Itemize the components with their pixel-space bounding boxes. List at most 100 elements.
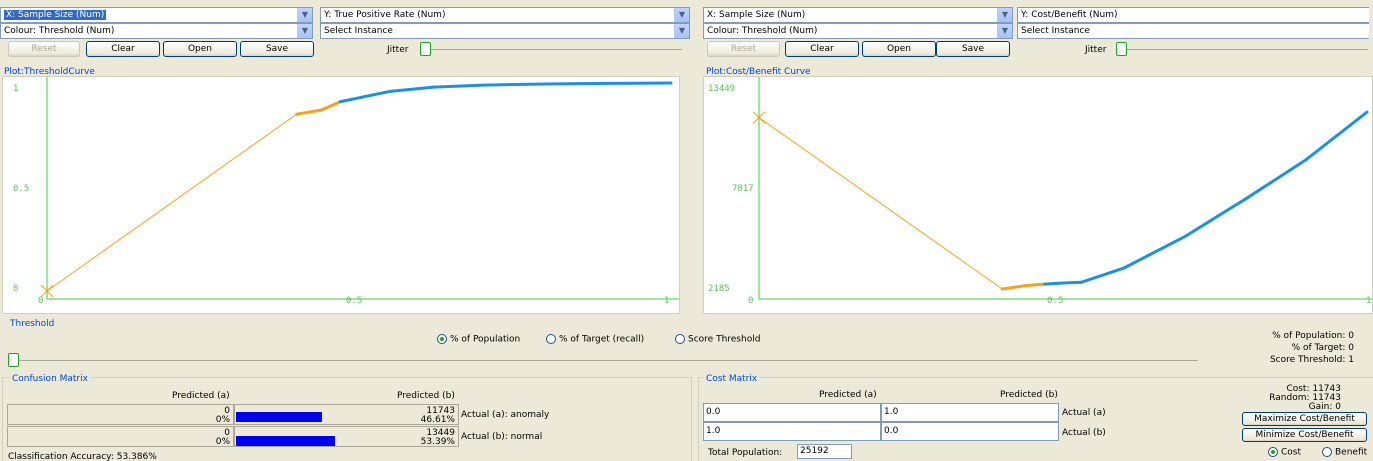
x-tick-label: 1 xyxy=(664,296,669,306)
minimize-cost-benefit-button[interactable]: Minimize Cost/Benefit xyxy=(1242,428,1367,442)
jitter-slider-track-right[interactable] xyxy=(1118,49,1368,50)
radio-label: % of Population xyxy=(450,334,521,345)
target-stat: % of Target: 0 xyxy=(1291,343,1354,353)
reset-button[interactable]: Reset xyxy=(8,41,80,57)
matrix-bar xyxy=(236,436,335,446)
gain-stat: Gain: 0 xyxy=(1308,402,1341,412)
left-plot-area[interactable]: 1 0.5 0 0 0.5 1 xyxy=(2,76,680,314)
curve-segment xyxy=(1243,158,1308,201)
open-button-right[interactable]: Open xyxy=(862,41,936,57)
chevron-down-icon[interactable]: ▼ xyxy=(297,24,312,38)
y-tick-label: 0.5 xyxy=(13,184,29,194)
cost-cell-aa[interactable]: 0.0 xyxy=(703,403,881,422)
radio-dot[interactable] xyxy=(1322,447,1332,457)
radio-dot[interactable] xyxy=(1268,447,1278,457)
threshold-slider-thumb[interactable] xyxy=(8,353,19,367)
maximize-cost-benefit-button[interactable]: Maximize Cost/Benefit xyxy=(1242,412,1367,426)
reset-button-right[interactable]: Reset xyxy=(707,41,780,57)
colour-select[interactable]: Colour: Threshold (Num) ▼ xyxy=(0,23,313,39)
select-instance-right-value: Select Instance xyxy=(1021,26,1090,36)
curve-segment xyxy=(1079,266,1126,284)
y-tick-label: 0 xyxy=(13,284,18,294)
jitter-slider-thumb[interactable] xyxy=(420,42,431,56)
score-threshold-stat: Score Threshold: 1 xyxy=(1269,355,1354,365)
threshold-curve-chart: 1 0.5 0 0 0.5 1 xyxy=(13,77,679,306)
clear-button-right[interactable]: Clear xyxy=(785,41,859,57)
x-tick-label: 0 xyxy=(38,296,43,306)
cost-cell-ab[interactable]: 1.0 xyxy=(881,403,1059,422)
cost-cell-bb[interactable]: 0.0 xyxy=(881,422,1059,441)
radio-dot[interactable] xyxy=(546,334,556,344)
radio-score-threshold[interactable]: Score Threshold xyxy=(675,334,760,345)
y-axis-select[interactable]: Y: True Positive Rate (Num) ▼ xyxy=(320,7,690,23)
cell-percent: 53.39% xyxy=(420,437,455,447)
clear-button[interactable]: Clear xyxy=(86,41,160,57)
chevron-down-icon[interactable]: ▼ xyxy=(997,24,1012,38)
curve-segment xyxy=(1025,282,1047,288)
radio-target[interactable]: % of Target (recall) xyxy=(546,334,644,345)
matrix-cell-ba: 0 0% xyxy=(7,426,234,447)
chevron-down-icon[interactable]: ▼ xyxy=(297,8,312,22)
x-axis-select-right[interactable]: X: Sample Size (Num) ▼ xyxy=(703,7,1013,23)
threshold-slider-track[interactable] xyxy=(8,360,1198,361)
chevron-down-icon[interactable]: ▼ xyxy=(997,8,1012,22)
x-axis-select[interactable]: X: Sample Size (Num) ▼ xyxy=(0,7,313,23)
x-tick-label: 0.5 xyxy=(1047,296,1063,306)
curve-segment xyxy=(1122,235,1187,270)
x-tick-label: 0 xyxy=(748,296,753,306)
cost-predicted-b-header: Predicted (b) xyxy=(1000,390,1058,400)
chevron-down-icon[interactable]: ▼ xyxy=(674,8,689,22)
radio-dot[interactable] xyxy=(675,334,685,344)
classification-accuracy: Classification Accuracy: 53.386% xyxy=(8,452,157,461)
radio-cost[interactable]: Cost xyxy=(1268,447,1301,458)
jitter-label: Jitter xyxy=(387,45,409,55)
jitter-slider-track[interactable] xyxy=(420,49,682,50)
y-tick-label: 13449 xyxy=(708,84,735,94)
predicted-b-header: Predicted (b) xyxy=(397,391,455,401)
radio-benefit[interactable]: Benefit xyxy=(1322,447,1367,458)
cost-actual-b-label: Actual (b) xyxy=(1062,428,1106,438)
radio-label: Cost xyxy=(1281,447,1302,458)
cell-percent: 46.61% xyxy=(420,415,455,425)
curve-segment xyxy=(388,85,436,93)
radio-label: Score Threshold xyxy=(688,334,761,345)
select-instance[interactable]: Select Instance ▼ xyxy=(320,23,690,39)
x-axis-select-right-value: X: Sample Size (Num) xyxy=(707,10,806,20)
chevron-down-icon[interactable]: ▼ xyxy=(674,24,689,38)
radio-dot[interactable] xyxy=(437,334,447,344)
predicted-a-header: Predicted (a) xyxy=(172,391,230,401)
x-tick-label: 1 xyxy=(1366,296,1371,306)
colour-select-value: Colour: Threshold (Num) xyxy=(4,26,115,36)
x-tick-label: 0.5 xyxy=(346,296,362,306)
open-button[interactable]: Open xyxy=(163,41,237,57)
y-tick-label: 2185 xyxy=(708,284,730,294)
cost-predicted-a-header: Predicted (a) xyxy=(819,390,877,400)
colour-select-right[interactable]: Colour: Threshold (Num) ▼ xyxy=(703,23,1013,39)
y-axis-select-right[interactable]: Y: Cost/Benefit (Num) xyxy=(1017,7,1369,23)
curve-segment xyxy=(338,89,392,104)
actual-b-label: Actual (b): normal xyxy=(461,432,543,442)
y-tick-label: 1 xyxy=(13,84,18,94)
save-button[interactable]: Save xyxy=(240,41,314,57)
total-population-field[interactable]: 25192 xyxy=(797,444,852,459)
jitter-label-right: Jitter xyxy=(1085,45,1107,55)
confusion-matrix-title: Confusion Matrix xyxy=(10,374,90,384)
matrix-cell-bb: 13449 53.39% xyxy=(234,426,459,447)
cost-actual-a-label: Actual (a) xyxy=(1062,408,1106,418)
save-button-right[interactable]: Save xyxy=(936,41,1010,57)
curve-segment xyxy=(544,81,611,86)
curve-segment xyxy=(46,113,298,292)
select-instance-value: Select Instance xyxy=(324,26,393,36)
cost-matrix-title: Cost Matrix xyxy=(704,374,760,384)
cost-cell-ba[interactable]: 1.0 xyxy=(703,422,881,441)
jitter-slider-thumb-right[interactable] xyxy=(1116,42,1127,56)
curve-segment xyxy=(320,100,342,112)
curve-segment xyxy=(1183,197,1247,239)
select-instance-right[interactable]: Select Instance xyxy=(1017,23,1369,39)
right-plot-area[interactable]: 13449 7817 2185 0 0.5 1 xyxy=(703,76,1373,314)
y-tick-label: 7817 xyxy=(732,184,754,194)
curve-segment xyxy=(1043,281,1065,286)
threshold-title: Threshold xyxy=(10,319,55,329)
radio-population[interactable]: % of Population xyxy=(437,334,520,345)
x-axis-select-value: X: Sample Size (Num) xyxy=(4,10,107,20)
